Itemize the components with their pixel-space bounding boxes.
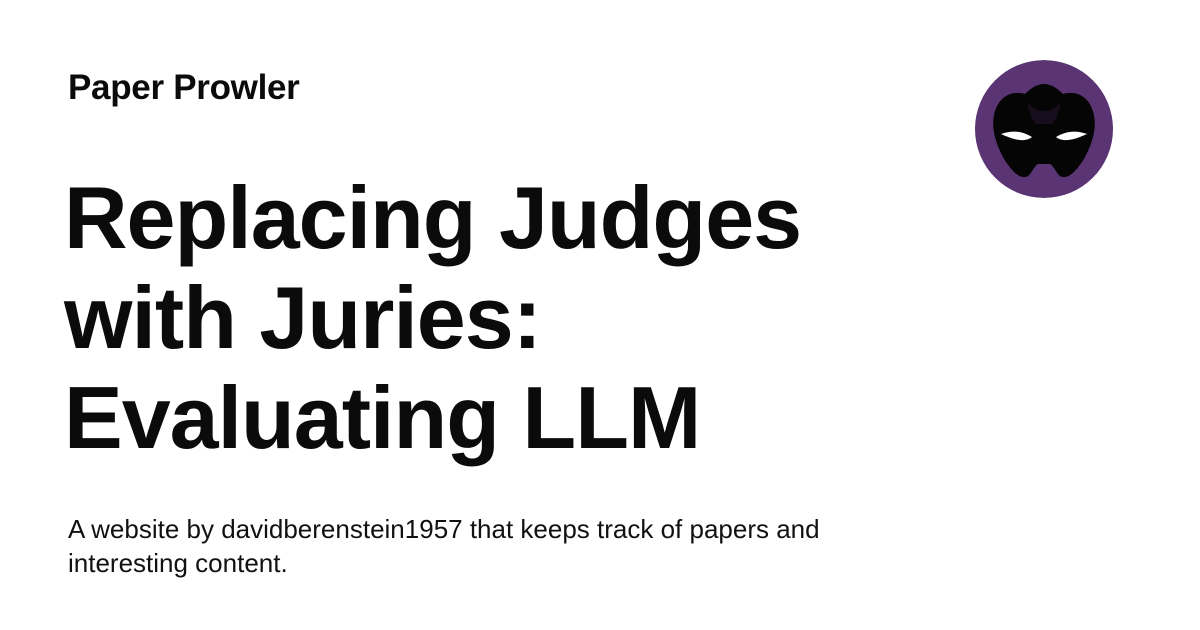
social-preview-card: Paper Prowler Replacing Judges with Juri…	[0, 0, 1200, 630]
masked-face-icon	[975, 60, 1113, 198]
article-description: A website by davidberenstein1957 that ke…	[68, 514, 820, 578]
site-avatar	[973, 60, 1115, 198]
site-name: Paper Prowler	[68, 68, 300, 107]
article-title: Replacing Judges with Juries: Evaluating…	[64, 168, 802, 467]
